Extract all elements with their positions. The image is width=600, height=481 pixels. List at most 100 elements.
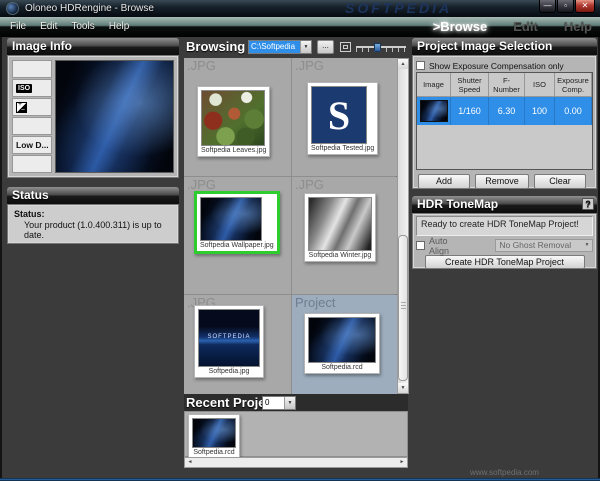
tab-edit[interactable]: Edit <box>513 19 538 34</box>
image-info-panel: Image Info ISO + − Low D... <box>7 38 179 178</box>
chevron-down-icon[interactable]: ▼ <box>300 41 311 53</box>
thumbnail-size-slider[interactable] <box>356 42 406 52</box>
file-browser-grid: .JPG Softpedia Leaves.jpg .JPG S Softped… <box>184 58 398 396</box>
maximize-button[interactable]: ▫ <box>557 0 574 13</box>
show-exposure-checkbox[interactable] <box>416 61 425 70</box>
status-label: Status: <box>14 209 45 219</box>
slider-ticks <box>356 48 406 52</box>
browse-cell-project: Project Softpedia.rcd <box>292 295 398 396</box>
column-header-f-number: F-Number <box>489 73 525 97</box>
chevron-down-icon[interactable]: ▼ <box>582 240 592 251</box>
table-row[interactable]: 1/160 6.30 100 0.00 <box>417 97 592 125</box>
menu-edit[interactable]: Edit <box>40 21 57 32</box>
help-icon[interactable]: ? <box>582 198 594 210</box>
recent-horizontal-scrollbar[interactable]: ◄ ► <box>184 457 408 468</box>
recent-project-list: Softpedia.rcd <box>184 411 408 459</box>
thumbnail-image <box>200 197 262 241</box>
table-empty-area <box>417 125 592 169</box>
image-selection-table: Image Shutter Speed F-Number ISO Exposur… <box>416 72 593 170</box>
cell-iso: 100 <box>525 97 555 125</box>
close-button[interactable]: ✕ <box>575 0 595 13</box>
softpedia-overlay-text: SOFTPEDIA <box>207 333 251 340</box>
image-info-title: Image Info <box>7 38 179 55</box>
recent-project-count[interactable]: 0 <box>263 397 284 409</box>
add-button[interactable]: Add <box>418 174 470 189</box>
column-header-image: Image <box>417 73 451 97</box>
thumbnail-softpedia-leaves[interactable]: Softpedia Leaves.jpg <box>197 86 271 157</box>
browser-vertical-scrollbar[interactable]: ▲ ▼ <box>397 58 409 394</box>
thumbnail-softpedia-rcd[interactable]: Softpedia.rcd <box>304 313 380 374</box>
thumbnail-size-icon <box>340 42 351 52</box>
auto-align-label: Auto Align <box>428 235 449 256</box>
window-title: Oloneo HDRengine - Browse <box>25 3 154 14</box>
titlebar[interactable]: Oloneo HDRengine - Browse SOFTPEDIA — ▫ … <box>0 0 600 17</box>
menubar: File Edit Tools Help >Browse Edit Help <box>0 17 600 37</box>
thumbnail-image: SOFTPEDIA <box>198 309 260 367</box>
softpedia-url-watermark: www.softpedia.com <box>470 468 539 477</box>
ghost-removal-value[interactable]: No Ghost Removal <box>496 240 582 251</box>
thumbnail-image <box>201 90 265 146</box>
cell-f-number: 6.30 <box>489 97 525 125</box>
thumbnail-softpedia-wallpaper-selected[interactable]: Softpedia Wallpaper.jpg <box>194 191 280 254</box>
thumbnail-caption: Softpedia.rcd <box>193 449 235 456</box>
status-message: Your product (1.0.400.311) is up to date… <box>24 220 162 240</box>
slider-thumb[interactable] <box>374 43 381 52</box>
menu-tools[interactable]: Tools <box>71 21 94 32</box>
remove-button[interactable]: Remove <box>475 174 529 189</box>
thumbnail-softpedia-winter[interactable]: Softpedia Winter.jpg <box>304 193 376 262</box>
info-cell-empty-1 <box>12 60 52 78</box>
tab-help[interactable]: Help <box>564 19 592 34</box>
show-exposure-label: Show Exposure Compensation only <box>429 60 564 71</box>
folder-path-value[interactable]: C:\Softpedia <box>249 41 300 53</box>
cell-shutter-speed: 1/160 <box>451 97 489 125</box>
thumbnail-image: S <box>311 86 367 144</box>
scroll-down-icon[interactable]: ▼ <box>398 383 408 393</box>
project-image-selection-title: Project Image Selection <box>412 38 597 55</box>
chevron-down-icon[interactable]: ▼ <box>284 397 295 409</box>
browse-cell: .JPG S Softpedia Tested.jpg <box>292 58 398 176</box>
thumbnail-softpedia-jpg[interactable]: SOFTPEDIA Softpedia.jpg <box>194 305 264 378</box>
browse-cell: .JPG SOFTPEDIA Softpedia.jpg <box>184 295 291 396</box>
column-header-exposure-comp: Exposure Comp. <box>555 73 592 97</box>
recent-thumbnail-softpedia-rcd[interactable]: Softpedia.rcd <box>188 414 240 459</box>
vertical-scroll-thumb[interactable] <box>398 235 408 381</box>
hdr-tonemap-title: HDR ToneMap <box>417 197 499 211</box>
menu-file[interactable]: File <box>10 21 26 32</box>
create-hdr-tonemap-button[interactable]: Create HDR ToneMap Project <box>424 255 585 269</box>
info-cell-empty-3 <box>12 155 52 173</box>
clear-button[interactable]: Clear <box>534 174 586 189</box>
browse-folder-button[interactable]: ... <box>317 40 334 54</box>
info-cell-empty-2 <box>12 117 52 135</box>
ghost-removal-dropdown[interactable]: No Ghost Removal ▼ <box>495 239 593 252</box>
scroll-left-icon[interactable]: ◄ <box>185 458 195 467</box>
file-type-label: .JPG <box>295 58 324 73</box>
minimize-button[interactable]: — <box>539 0 556 13</box>
recent-project-bar: Recent Project 0 ▼ <box>184 394 408 411</box>
thumbnail-caption: Softpedia Tested.jpg <box>311 145 375 152</box>
row-image-thumbnail <box>419 100 448 122</box>
low-d-label: Low D... <box>16 140 49 150</box>
browse-cell: .JPG Softpedia Leaves.jpg <box>184 58 291 176</box>
thumbnail-softpedia-tested[interactable]: S Softpedia Tested.jpg <box>307 82 379 155</box>
thumbnail-image <box>308 197 372 251</box>
thumbnail-image <box>308 317 376 363</box>
column-header-shutter-speed: Shutter Speed <box>451 73 489 97</box>
table-header-row: Image Shutter Speed F-Number ISO Exposur… <box>417 73 592 97</box>
menu-help[interactable]: Help <box>109 21 130 32</box>
tab-browse[interactable]: >Browse <box>433 19 488 34</box>
scroll-right-icon[interactable]: ► <box>397 458 407 467</box>
column-header-iso: ISO <box>525 73 555 97</box>
recent-project-combobox[interactable]: 0 ▼ <box>262 396 296 410</box>
thumbnail-caption: Softpedia Leaves.jpg <box>201 147 267 154</box>
browsing-toolbar: Browsing C:\Softpedia ▼ ... <box>184 38 408 58</box>
image-info-fields: ISO + − Low D... <box>12 60 52 173</box>
folder-path-combobox[interactable]: C:\Softpedia ▼ <box>248 40 312 54</box>
auto-align-checkbox[interactable] <box>416 241 425 250</box>
file-type-label: Project <box>295 295 336 310</box>
info-cell-exposure: + − <box>12 98 52 116</box>
thumbnail-caption: Softpedia Winter.jpg <box>308 252 372 259</box>
status-title: Status <box>7 187 179 204</box>
scroll-up-icon[interactable]: ▲ <box>398 59 408 69</box>
cell-exposure-comp: 0.00 <box>555 97 592 125</box>
app-window: Oloneo HDRengine - Browse SOFTPEDIA — ▫ … <box>0 0 600 481</box>
